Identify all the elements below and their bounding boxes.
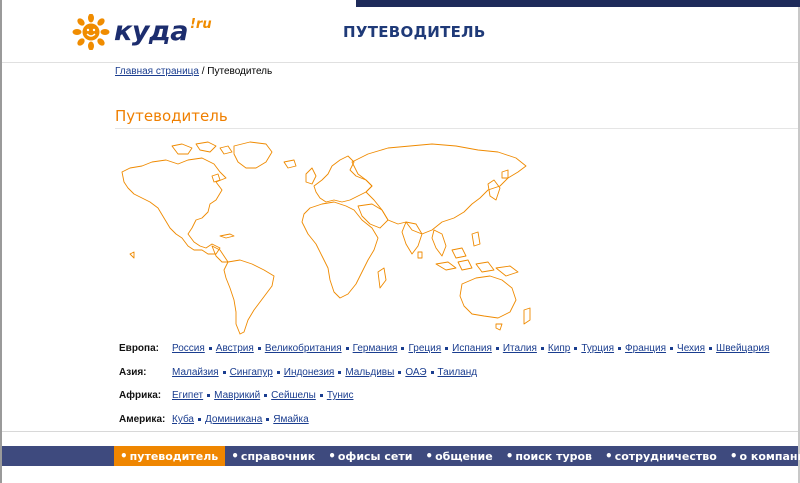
title-divider [115,128,798,129]
country-link[interactable]: Германия [353,343,398,354]
country-link[interactable]: Франция [625,343,666,354]
bullet-icon: • [505,449,514,463]
nav-item-label: путеводитель [129,450,219,463]
bullet [618,346,622,350]
bullet [257,346,261,350]
bullet [670,346,674,350]
breadcrumb-current: Путеводитель [207,66,273,77]
country-link[interactable]: ОАЭ [405,367,426,378]
bullet [198,417,201,421]
bullet-icon: • [605,449,613,463]
nav-item-label: справочник [240,450,316,463]
country-link[interactable]: Сейшелы [271,390,316,401]
country-link[interactable]: Тунис [327,390,354,401]
country-link[interactable]: Малайзия [172,367,219,378]
bullet [398,370,402,374]
page-title: Путеводитель [115,107,228,125]
bullet [207,393,211,397]
bullet [540,346,544,350]
footer-nav: • путеводитель • справочник • офисы сети • о… [114,446,800,466]
bullet [345,346,349,350]
country-link[interactable]: Великобритания [265,343,342,354]
header-top-bar [356,0,800,7]
bullet [574,346,578,350]
nav-item-tour-search[interactable]: • поиск туров [500,446,599,466]
country-links: Египет Маврикий Сейшелы Тунис [172,389,353,403]
country-link[interactable]: Италия [503,343,537,354]
nav-item-label: о компании [739,450,800,463]
logo-suffix: !ru [190,17,212,32]
country-links: Куба Доминикана Ямайка [172,413,309,427]
country-link[interactable]: Россия [172,343,205,354]
country-link[interactable]: Сингапур [230,367,273,378]
bullet [495,346,499,350]
country-link[interactable]: Греция [408,343,441,354]
bullet [276,370,280,374]
country-link[interactable]: Швейцария [716,343,769,354]
country-link[interactable]: Куба [172,414,194,425]
nav-item-label: сотрудничество [614,450,717,463]
country-link[interactable]: Египет [172,390,203,401]
bullet-icon: • [425,449,434,463]
country-links: Малайзия Сингапур Индонезия Мальдивы ОАЭ Таил… [172,366,477,380]
bullet [401,346,405,350]
world-map-icon[interactable] [116,138,536,338]
nav-item-reference[interactable]: • справочник [225,446,322,466]
country-link[interactable]: Мальдивы [345,367,394,378]
bullet-icon: • [231,449,239,463]
country-link[interactable]: Кипр [548,343,570,354]
bullet [338,370,342,374]
nav-item-label: общение [435,450,493,463]
bullet [319,393,323,397]
breadcrumb-separator: / [201,66,205,77]
nav-item-offices[interactable]: • офисы сети [322,446,419,466]
nav-item-label: офисы сети [337,450,413,463]
country-link[interactable]: Испания [452,343,492,354]
bullet [208,346,212,350]
nav-item-cooperation[interactable]: • сотрудничество [599,446,724,466]
region-label: Америка: [119,414,166,425]
sun-logo-icon [72,14,110,50]
country-link[interactable]: Индонезия [284,367,335,378]
country-link[interactable]: Австрия [216,343,254,354]
nav-item-label: поиск туров [515,450,593,463]
left-border [0,0,2,483]
breadcrumb: Главная страница / Путеводитель [115,66,272,77]
header-title: ПУТЕВОДИТЕЛЬ [343,23,486,41]
region-label: Африка: [119,390,162,401]
nav-item-communication[interactable]: • общение [419,446,499,466]
header-divider [2,62,798,63]
bullet-icon: • [120,449,128,463]
bullet [445,346,449,350]
country-link[interactable]: Маврикий [214,390,260,401]
logo-text: куда [114,16,188,47]
bullet-icon: • [729,449,738,463]
region-label: Европа: [119,343,159,354]
country-link[interactable]: Турция [581,343,614,354]
footer-divider [2,431,798,432]
country-link[interactable]: Чехия [677,343,705,354]
bullet [222,370,226,374]
bullet [266,417,270,421]
site-logo[interactable]: куда !ru [72,14,212,50]
breadcrumb-home-link[interactable]: Главная страница [115,66,199,77]
country-link[interactable]: Таиланд [438,367,478,378]
country-link[interactable]: Ямайка [273,414,308,425]
bullet-icon: • [328,449,336,463]
country-link[interactable]: Доминикана [205,414,262,425]
bullet [430,370,434,374]
bullet [709,346,713,350]
nav-item-guide[interactable]: • путеводитель [114,446,226,466]
country-links: Россия Австрия Великобритания Германия Греци… [172,342,769,356]
region-label: Азия: [119,367,147,378]
bullet [264,393,268,397]
nav-item-about[interactable]: •о компании [724,446,800,466]
